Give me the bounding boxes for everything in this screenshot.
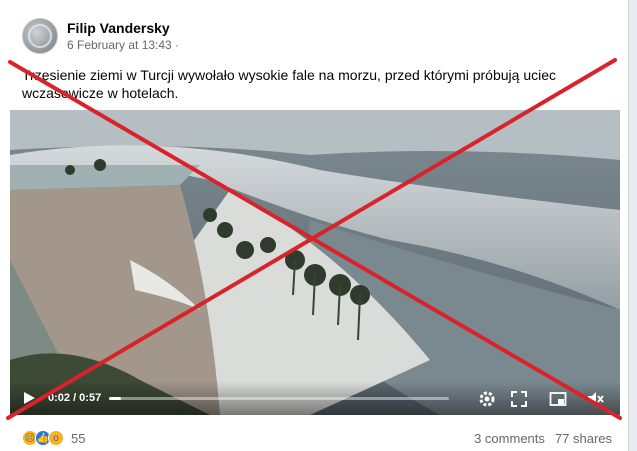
video-controls: 0:02 / 0:57 (10, 381, 620, 415)
reaction-count[interactable]: 55 (71, 431, 85, 446)
fullscreen-icon[interactable] (510, 390, 528, 408)
comments-link[interactable]: 3 comments (474, 431, 545, 446)
shares-link[interactable]: 77 shares (555, 431, 612, 446)
post-date[interactable]: 6 February at 13:43 · (67, 37, 179, 53)
post-text: Trzęsienie ziemi w Turcji wywołało wysok… (22, 67, 557, 101)
picture-in-picture-icon[interactable] (549, 390, 567, 408)
video-progress-fill (109, 396, 122, 400)
reactions[interactable]: ☹ 👍 o 55 (22, 430, 85, 446)
video-frame (10, 110, 620, 415)
video-progress-bar[interactable] (109, 396, 450, 400)
settings-icon[interactable] (478, 390, 496, 408)
avatar[interactable] (22, 18, 58, 54)
mute-icon[interactable] (586, 390, 604, 408)
video-player[interactable]: 0:02 / 0:57 (10, 110, 620, 415)
engagement-stats: 3 comments 77 shares (474, 431, 612, 446)
play-icon[interactable] (22, 391, 36, 405)
post-header: Filip Vandersky 6 February at 13:43 · (22, 16, 179, 56)
post-card: Filip Vandersky 6 February at 13:43 · Tr… (0, 0, 629, 451)
post-meta: Filip Vandersky 6 February at 13:43 · (67, 19, 179, 53)
post-footer: ☹ 👍 o 55 3 comments 77 shares (22, 428, 612, 448)
video-time: 0:02 / 0:57 (48, 392, 102, 404)
author-name[interactable]: Filip Vandersky (67, 19, 179, 37)
wow-reaction-icon: o (48, 430, 64, 446)
